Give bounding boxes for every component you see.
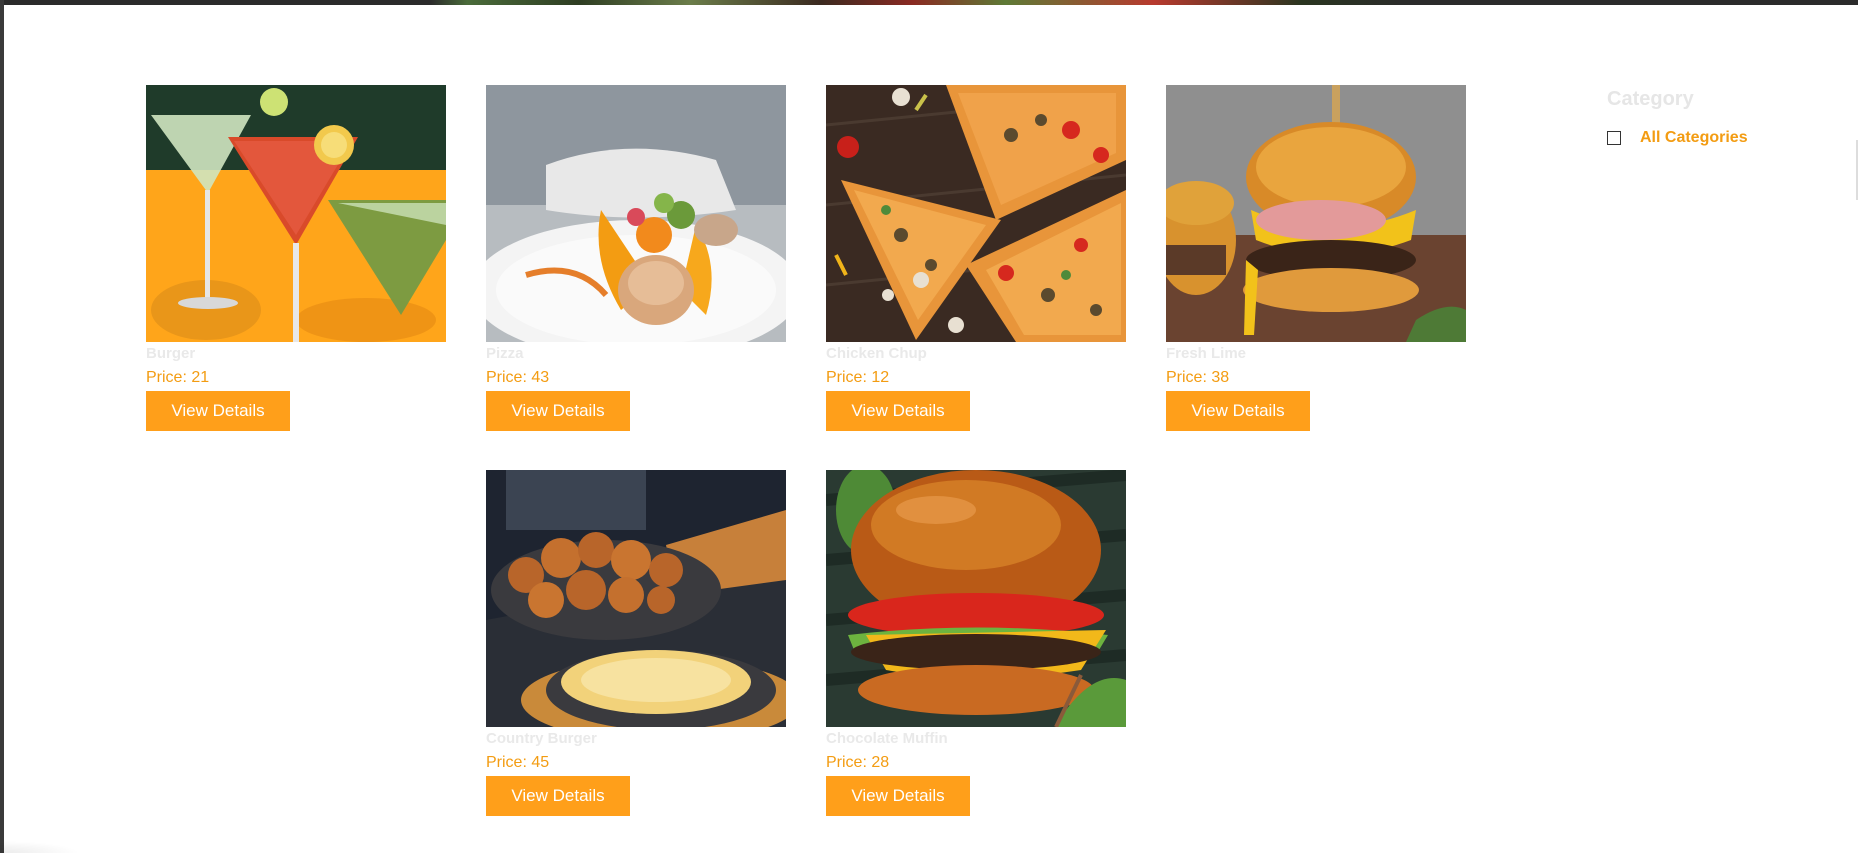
product-price: Price: 43 (486, 369, 550, 386)
cheese-burger-photo (1166, 85, 1466, 342)
view-details-button[interactable]: View Details (826, 391, 970, 431)
category-label[interactable]: All Categories (1640, 129, 1748, 147)
category-checkbox[interactable] (1607, 131, 1621, 145)
hero-banner-strip (4, 0, 1858, 5)
product-image[interactable] (826, 85, 1126, 342)
view-details-button[interactable]: View Details (146, 391, 290, 431)
view-details-button[interactable]: View Details (1166, 391, 1310, 431)
product-image[interactable] (146, 85, 446, 342)
view-details-button[interactable]: View Details (826, 776, 970, 816)
product-image[interactable] (486, 85, 786, 342)
view-details-button[interactable]: View Details (486, 391, 630, 431)
product-image[interactable] (826, 470, 1126, 727)
product-name: Burger (146, 345, 196, 362)
product-price: Price: 21 (146, 369, 210, 386)
product-image[interactable] (1166, 85, 1466, 342)
category-option-all[interactable]: All Categories (1607, 129, 1827, 147)
category-sidebar: Category All Categories (1607, 86, 1827, 147)
corner-shadow (0, 841, 80, 853)
product-card: Chicken Chup Price: 12 View Details (826, 85, 1126, 431)
product-price: Price: 38 (1166, 369, 1230, 386)
product-card: Fresh Lime Price: 38 View Details (1166, 85, 1466, 431)
product-name: Pizza (486, 345, 524, 362)
plated-fish-photo (486, 85, 786, 342)
classic-burger-photo (826, 470, 1126, 727)
product-image[interactable] (486, 470, 786, 727)
product-card: Burger Price: 21 View Details (146, 85, 446, 431)
window-left-edge (0, 0, 4, 853)
product-name: Chicken Chup (826, 345, 927, 362)
cocktails-photo (146, 85, 446, 342)
pizza-slices-photo (826, 85, 1126, 342)
product-price: Price: 45 (486, 754, 550, 771)
product-name: Country Burger (486, 730, 597, 747)
product-name: Chocolate Muffin (826, 730, 948, 747)
product-price: Price: 28 (826, 754, 890, 771)
fried-chicken-corn-photo (486, 470, 786, 727)
product-price: Price: 12 (826, 369, 890, 386)
category-heading: Category (1607, 88, 1694, 110)
product-card: Chocolate Muffin Price: 28 View Details (826, 470, 1126, 816)
product-card: Pizza Price: 43 View Details (486, 85, 786, 431)
product-name: Fresh Lime (1166, 345, 1247, 362)
product-card: Country Burger Price: 45 View Details (486, 470, 786, 816)
view-details-button[interactable]: View Details (486, 776, 630, 816)
